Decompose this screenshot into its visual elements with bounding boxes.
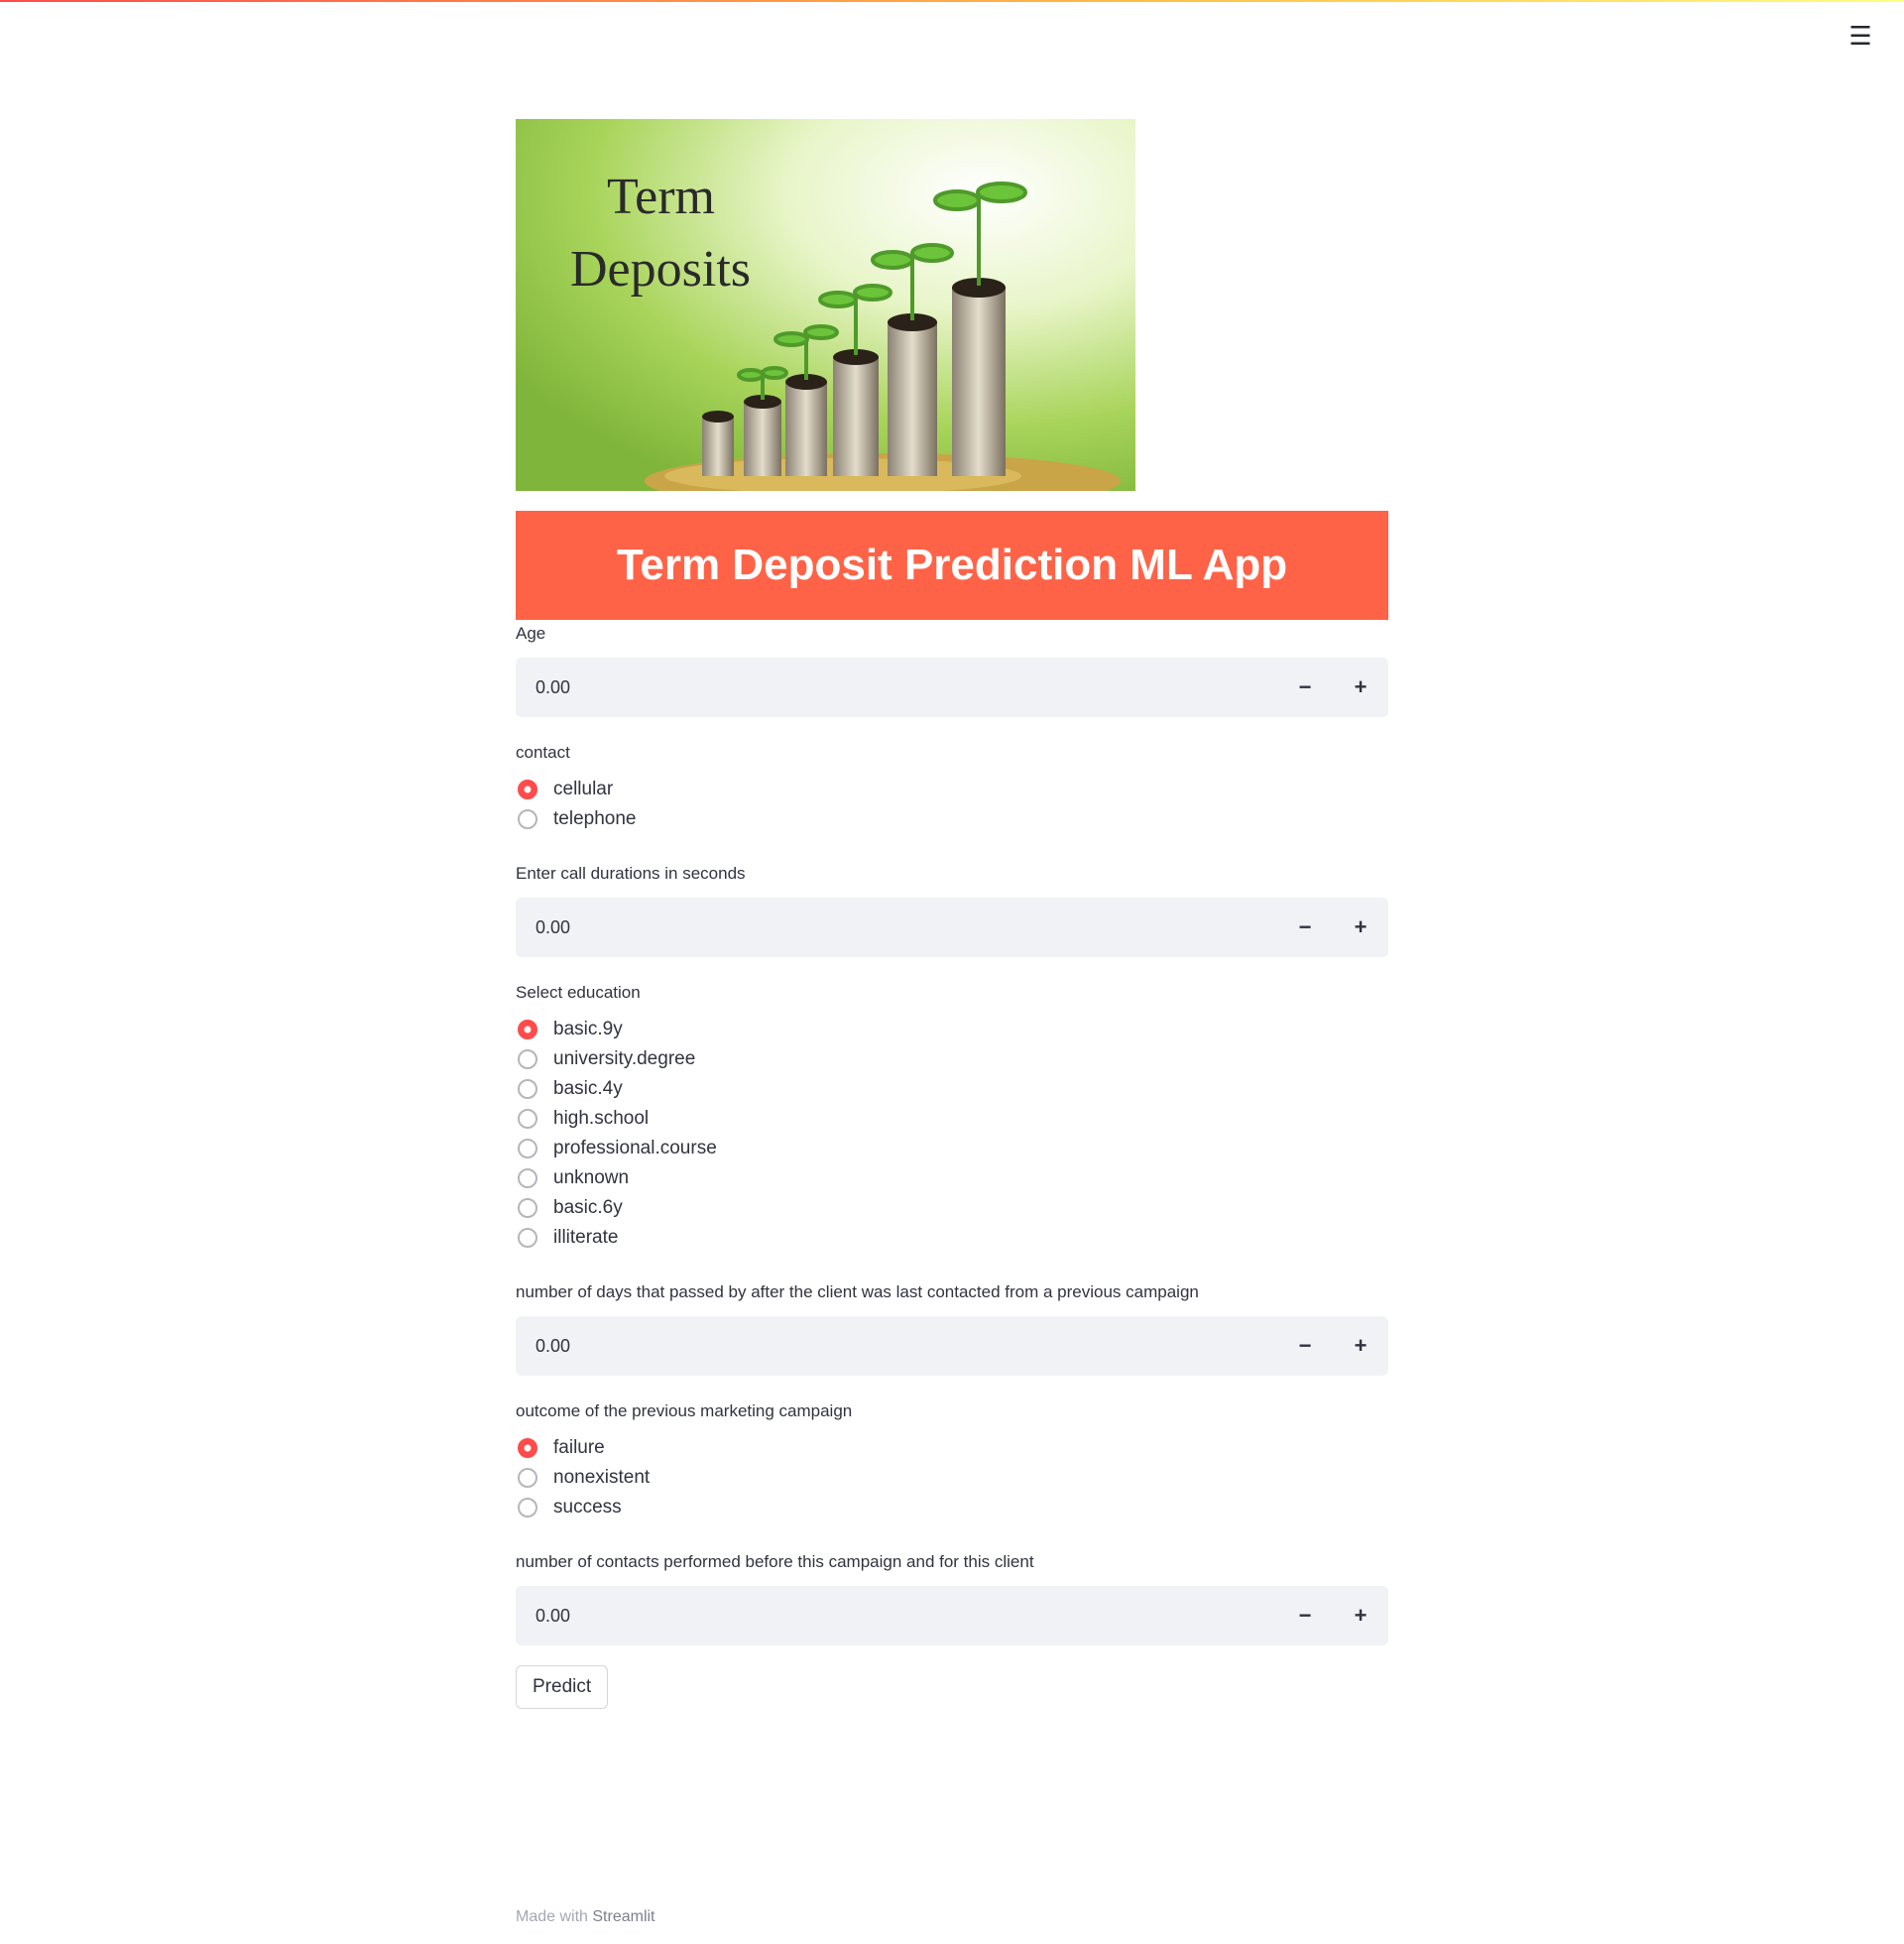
- radio-selected-icon[interactable]: [518, 1020, 537, 1039]
- pdays-value[interactable]: 0.00: [516, 1336, 1277, 1357]
- poutcome-option-success[interactable]: success: [516, 1493, 1388, 1522]
- footer: Made with Streamlit: [516, 1908, 655, 1926]
- pdays-decrement-button[interactable]: −: [1277, 1316, 1333, 1376]
- age-value[interactable]: 0.00: [516, 677, 1277, 698]
- previous-value[interactable]: 0.00: [516, 1606, 1277, 1627]
- radio-unselected-icon[interactable]: [518, 1168, 537, 1188]
- radio-unselected-icon[interactable]: [518, 1109, 537, 1129]
- contact-field: contact cellular telephone: [516, 743, 1388, 834]
- footer-prefix: Made with: [516, 1908, 593, 1925]
- contact-option-telephone[interactable]: telephone: [516, 804, 1388, 834]
- term-deposits-image: Term Deposits: [516, 119, 1135, 491]
- age-number-input[interactable]: 0.00 − +: [516, 658, 1388, 717]
- page-title: Term Deposit Prediction ML App: [616, 541, 1288, 589]
- top-decoration-bar: [0, 0, 1904, 2]
- poutcome-field: outcome of the previous marketing campai…: [516, 1401, 1388, 1522]
- radio-unselected-icon[interactable]: [518, 1468, 537, 1488]
- education-label: Select education: [516, 983, 641, 1002]
- main-content: Term Deposits Term Deposit Prediction ML…: [516, 119, 1388, 1709]
- age-increment-button[interactable]: +: [1333, 658, 1388, 717]
- pdays-number-input[interactable]: 0.00 − +: [516, 1316, 1388, 1376]
- duration-increment-button[interactable]: +: [1333, 898, 1388, 957]
- education-option[interactable]: basic.9y: [516, 1015, 1388, 1044]
- predict-button[interactable]: Predict: [516, 1665, 609, 1709]
- radio-unselected-icon[interactable]: [518, 1139, 537, 1158]
- duration-field: Enter call durations in seconds 0.00 − +: [516, 864, 1388, 957]
- age-decrement-button[interactable]: −: [1277, 658, 1333, 717]
- duration-decrement-button[interactable]: −: [1277, 898, 1333, 957]
- education-option[interactable]: basic.4y: [516, 1074, 1388, 1104]
- previous-increment-button[interactable]: +: [1333, 1586, 1388, 1645]
- contact-radio-group: cellular telephone: [516, 775, 1388, 834]
- education-option[interactable]: university.degree: [516, 1044, 1388, 1074]
- radio-unselected-icon[interactable]: [518, 809, 537, 829]
- main-menu-button[interactable]: ☰: [1841, 22, 1880, 50]
- title-banner: Term Deposit Prediction ML App: [516, 511, 1388, 620]
- radio-unselected-icon[interactable]: [518, 1198, 537, 1218]
- age-label: Age: [516, 624, 546, 643]
- education-option[interactable]: unknown: [516, 1163, 1388, 1193]
- hero-text-deposits: Deposits: [570, 241, 751, 298]
- previous-field: number of contacts performed before this…: [516, 1552, 1388, 1645]
- footer-streamlit-link[interactable]: Streamlit: [592, 1908, 654, 1925]
- pdays-field: number of days that passed by after the …: [516, 1282, 1388, 1376]
- pdays-label: number of days that passed by after the …: [516, 1282, 1199, 1301]
- duration-value[interactable]: 0.00: [516, 917, 1277, 938]
- poutcome-label: outcome of the previous marketing campai…: [516, 1401, 853, 1420]
- radio-unselected-icon[interactable]: [518, 1079, 537, 1099]
- poutcome-option-failure[interactable]: failure: [516, 1433, 1388, 1463]
- poutcome-option-nonexistent[interactable]: nonexistent: [516, 1463, 1388, 1493]
- duration-number-input[interactable]: 0.00 − +: [516, 898, 1388, 957]
- radio-selected-icon[interactable]: [518, 780, 537, 799]
- age-field: Age 0.00 − +: [516, 624, 1388, 717]
- previous-decrement-button[interactable]: −: [1277, 1586, 1333, 1645]
- education-option[interactable]: basic.6y: [516, 1193, 1388, 1223]
- contact-label: contact: [516, 743, 570, 762]
- radio-unselected-icon[interactable]: [518, 1049, 537, 1069]
- radio-unselected-icon[interactable]: [518, 1228, 537, 1248]
- radio-selected-icon[interactable]: [518, 1438, 537, 1458]
- education-radio-group: basic.9y university.degree basic.4y high…: [516, 1015, 1388, 1253]
- previous-label: number of contacts performed before this…: [516, 1552, 1034, 1571]
- hamburger-menu-icon: ☰: [1848, 21, 1872, 51]
- previous-number-input[interactable]: 0.00 − +: [516, 1586, 1388, 1645]
- radio-unselected-icon[interactable]: [518, 1498, 537, 1518]
- pdays-increment-button[interactable]: +: [1333, 1316, 1388, 1376]
- hero-text-term: Term: [607, 169, 715, 225]
- poutcome-radio-group: failure nonexistent success: [516, 1433, 1388, 1522]
- education-field: Select education basic.9y university.deg…: [516, 983, 1388, 1253]
- education-option[interactable]: high.school: [516, 1104, 1388, 1134]
- contact-option-cellular[interactable]: cellular: [516, 775, 1388, 804]
- education-option[interactable]: illiterate: [516, 1223, 1388, 1253]
- duration-label: Enter call durations in seconds: [516, 864, 746, 883]
- education-option[interactable]: professional.course: [516, 1134, 1388, 1163]
